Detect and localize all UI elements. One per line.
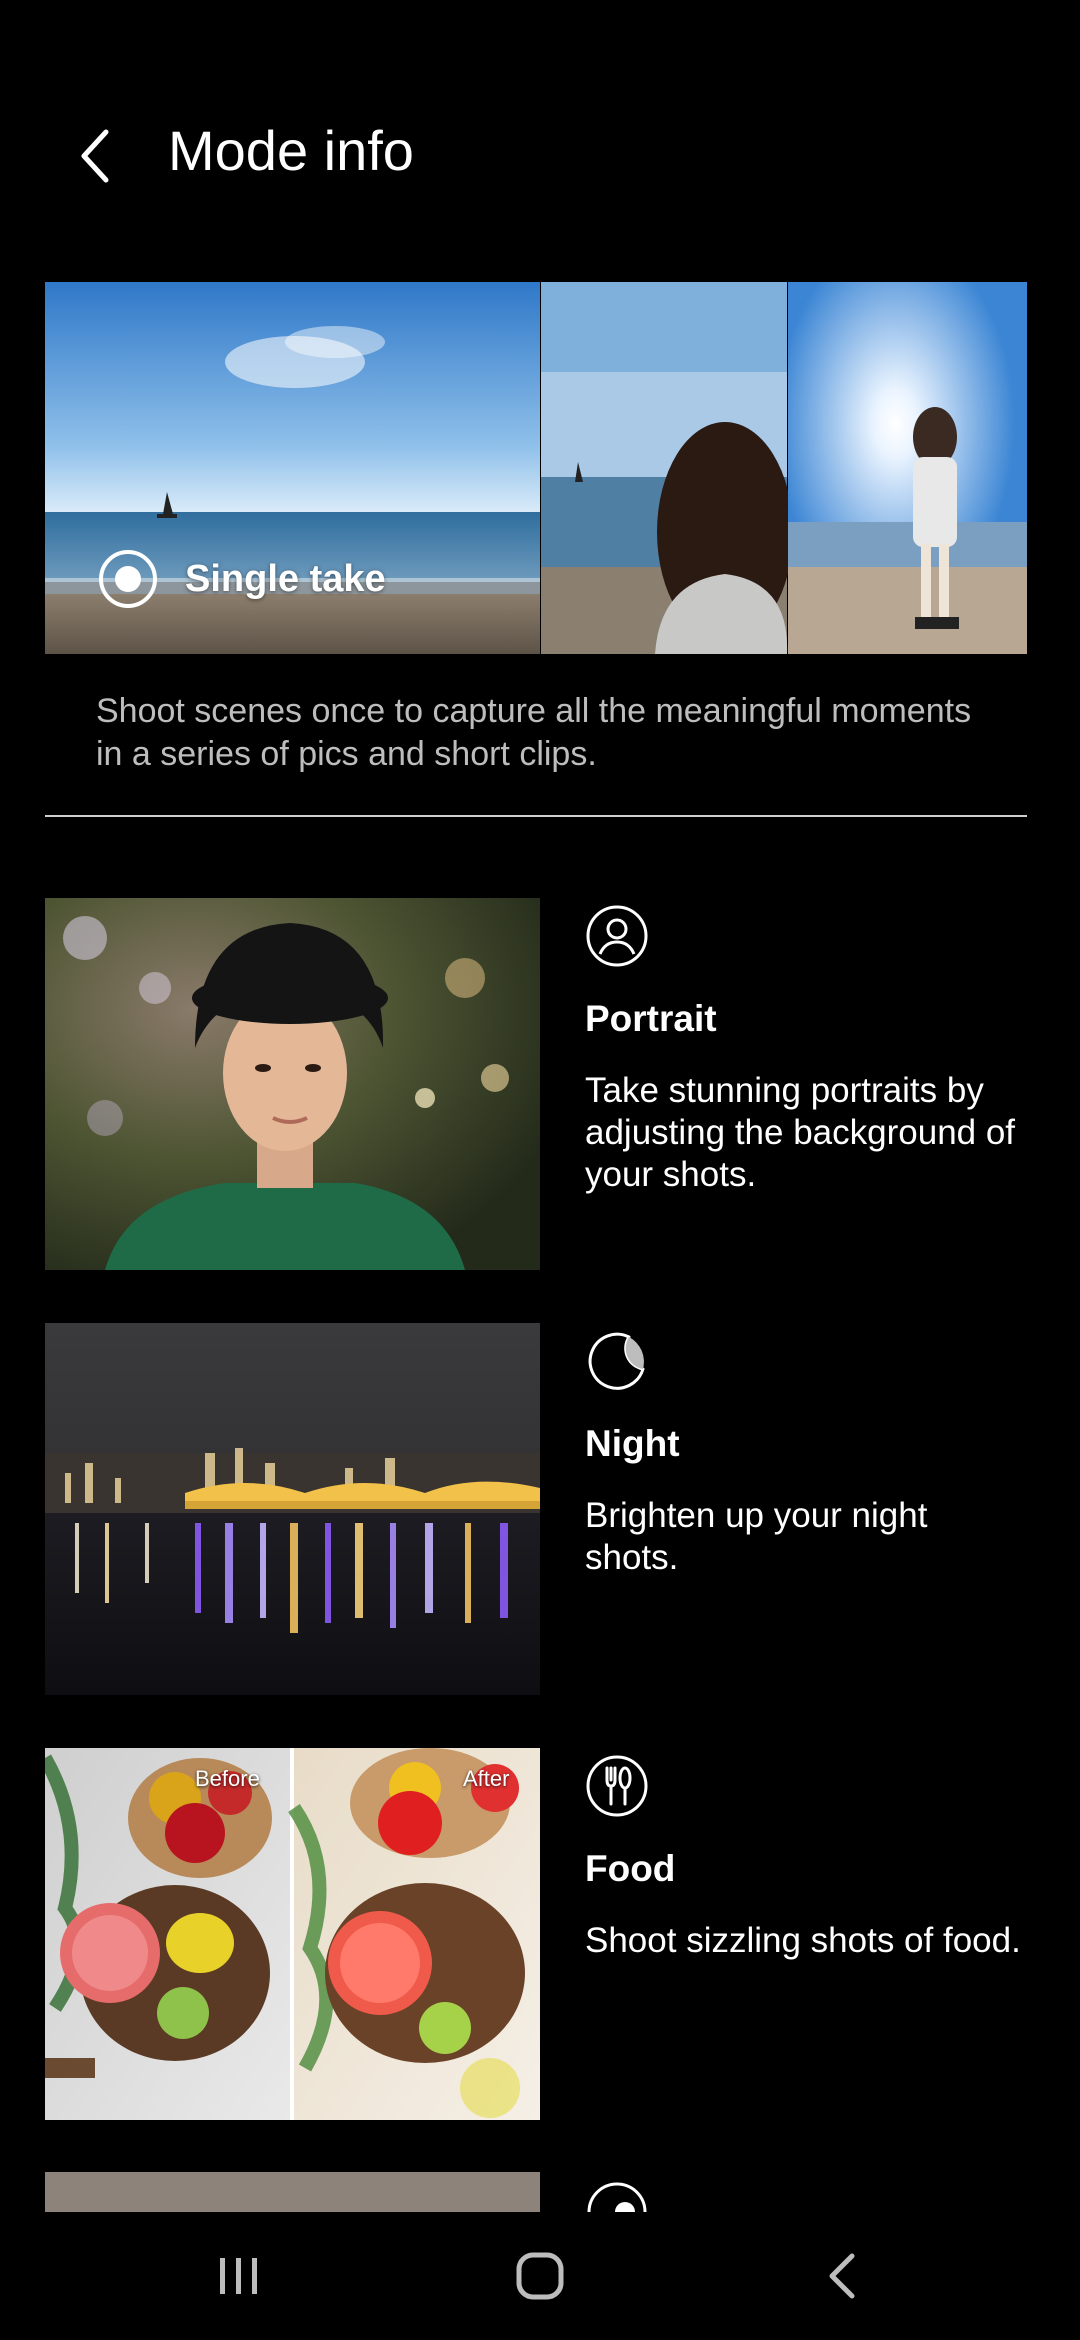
- back-icon[interactable]: [826, 2252, 856, 2300]
- food-thumbnail: Before After: [45, 1748, 540, 2120]
- home-icon[interactable]: [516, 2252, 564, 2300]
- portrait-description: Take stunning portraits by adjusting the…: [585, 1071, 1016, 1194]
- food-title: Food: [585, 1848, 676, 1889]
- single-take-description: Shoot scenes once to capture all the mea…: [96, 692, 972, 773]
- page-title: Mode info: [168, 119, 414, 182]
- mode-item-night[interactable]: Night Brighten up your night shots.: [45, 1323, 1045, 1695]
- single-take-badge: Single take: [99, 550, 386, 608]
- portrait-title: Portrait: [585, 998, 717, 1039]
- chevron-left-icon: [81, 129, 109, 183]
- back-button[interactable]: [70, 120, 126, 192]
- night-title: Night: [585, 1423, 680, 1464]
- system-navbar: [0, 2212, 1080, 2340]
- app-header: Mode info: [0, 0, 1080, 260]
- single-take-card[interactable]: Single take: [45, 282, 1027, 654]
- night-thumbnail: [45, 1323, 540, 1695]
- next-thumbnail: [45, 2172, 540, 2212]
- food-description: Shoot sizzling shots of food.: [585, 1921, 1021, 1960]
- night-description: Brighten up your night shots.: [585, 1496, 928, 1577]
- single-take-label: Single take: [185, 557, 386, 600]
- mode-next-icon: [587, 2182, 647, 2212]
- mode-item-portrait[interactable]: Portrait Take stunning portraits by adju…: [45, 898, 1045, 1270]
- mode-item-next[interactable]: [45, 2172, 1045, 2212]
- portrait-thumbnail: [45, 898, 540, 1270]
- moon-icon: [588, 1332, 645, 1390]
- portrait-icon: [586, 905, 648, 967]
- section-divider: [45, 815, 1027, 817]
- fork-knife-icon: [586, 1755, 648, 1817]
- before-label: Before: [195, 1766, 260, 1791]
- recent-apps-icon[interactable]: [218, 2256, 260, 2296]
- mode-item-food[interactable]: Before After Food Shoot sizzling shots o…: [45, 1748, 1045, 2120]
- single-take-icon: [99, 550, 157, 608]
- after-label: After: [463, 1766, 510, 1791]
